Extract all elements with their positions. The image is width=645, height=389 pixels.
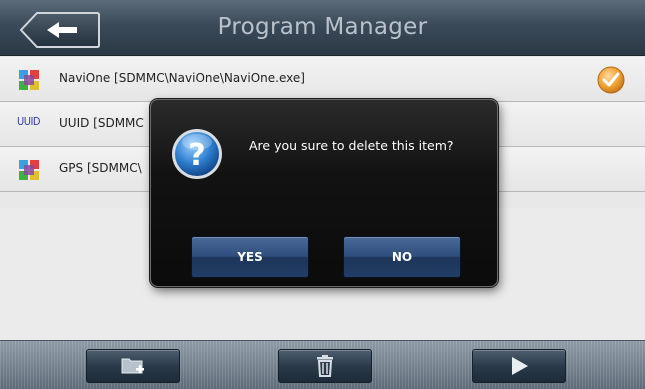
dialog-message: Are you sure to delete this item?	[249, 138, 454, 153]
program-manager-screen: Program Manager NaviOne [SDMMC\NaviOne\N…	[0, 0, 645, 389]
no-button[interactable]: NO	[343, 236, 461, 278]
svg-text:?: ?	[188, 138, 205, 173]
confirm-delete-dialog: ? Are you sure to delete this item? YES …	[150, 99, 498, 287]
yes-button[interactable]: YES	[191, 236, 309, 278]
question-icon: ?	[172, 129, 222, 179]
